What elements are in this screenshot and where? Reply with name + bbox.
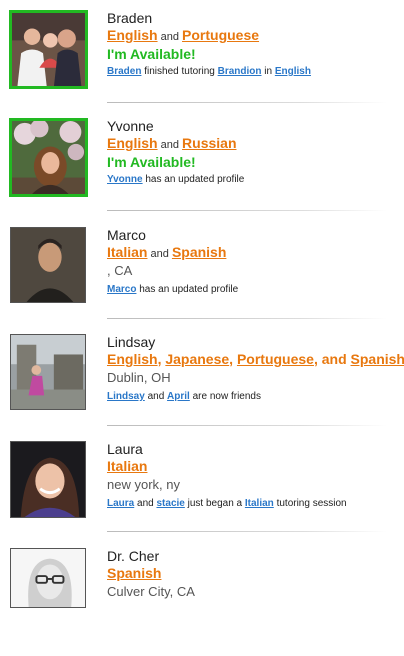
activity-feed-item: Braden finished tutoring Brandion in Eng…: [107, 65, 397, 79]
tutor-photo[interactable]: [10, 227, 86, 303]
language-link[interactable]: Italian: [107, 458, 147, 474]
tutor-entry-laura: Laura Italian new york, ny Laura and sta…: [0, 441, 404, 549]
activity-link[interactable]: Marco: [107, 284, 136, 295]
tutor-photo-image: [11, 228, 85, 302]
activity-text: has an updated profile: [136, 284, 239, 295]
activity-link[interactable]: stacie: [156, 498, 184, 509]
activity-feed-item: Laura and stacie just began a Italian tu…: [107, 497, 397, 511]
tutor-photo-image: [12, 13, 85, 86]
tutor-list: Braden English and Portuguese I'm Availa…: [0, 0, 404, 608]
activity-feed-item: Marco has an updated profile: [107, 283, 397, 297]
tutor-location: , CA: [107, 263, 133, 278]
language-link[interactable]: Spanish: [172, 244, 226, 260]
language-link[interactable]: Russian: [182, 135, 236, 151]
tutor-languages: Italian and Spanish: [107, 244, 397, 262]
tutor-entry-dr-cher: Dr. Cher Spanish Culver City, CA: [0, 548, 404, 656]
activity-link[interactable]: April: [167, 391, 190, 402]
activity-text: tutoring session: [273, 498, 347, 509]
tutor-languages: Spanish: [107, 565, 397, 583]
activity-text: in: [261, 66, 275, 77]
availability-status: I'm Available!: [107, 154, 196, 170]
tutor-photo-image: [11, 549, 85, 607]
tutor-photo[interactable]: [9, 10, 88, 89]
tutor-name[interactable]: Braden: [107, 10, 397, 27]
activity-link[interactable]: English: [275, 66, 311, 77]
activity-text: just began a: [184, 498, 245, 509]
tutor-info: Marco Italian and Spanish , CA Marco has…: [107, 227, 397, 297]
activity-text: and: [134, 498, 157, 509]
activity-text: and: [144, 391, 168, 402]
tutor-info: Dr. Cher Spanish Culver City, CA: [107, 548, 397, 602]
language-separator: and: [157, 31, 183, 43]
language-link[interactable]: Italian: [107, 244, 147, 260]
tutor-languages: English, Japanese, Portuguese, and Spani…: [107, 351, 404, 369]
language-separator: and: [157, 139, 183, 151]
tutor-name[interactable]: Laura: [107, 441, 397, 458]
tutor-location: Culver City, CA: [107, 584, 195, 599]
language-link[interactable]: English: [107, 351, 158, 367]
tutor-location: Dublin, OH: [107, 370, 171, 385]
tutor-name[interactable]: Lindsay: [107, 334, 397, 351]
tutor-photo-image: [12, 121, 85, 194]
tutor-photo[interactable]: [10, 441, 86, 518]
activity-link[interactable]: Brandion: [218, 66, 262, 77]
activity-link[interactable]: Braden: [107, 66, 141, 77]
language-separator: , and: [313, 351, 351, 367]
tutor-photo-image: [11, 442, 85, 517]
tutor-name[interactable]: Yvonne: [107, 118, 397, 135]
tutor-name[interactable]: Marco: [107, 227, 397, 244]
divider: [107, 102, 387, 103]
language-link[interactable]: English: [107, 27, 158, 43]
activity-text: has an updated profile: [142, 174, 245, 185]
tutor-info: Braden English and Portuguese I'm Availa…: [107, 10, 397, 79]
tutor-languages: English and Russian: [107, 135, 397, 153]
tutor-languages: Italian: [107, 458, 397, 476]
divider: [107, 210, 387, 211]
activity-link[interactable]: Yvonne: [107, 174, 143, 185]
tutor-info: Yvonne English and Russian I'm Available…: [107, 118, 397, 187]
tutor-location: new york, ny: [107, 477, 180, 492]
divider: [107, 425, 387, 426]
tutor-photo[interactable]: [9, 118, 88, 197]
language-separator: ,: [229, 351, 237, 367]
activity-link[interactable]: Lindsay: [107, 391, 145, 402]
tutor-photo[interactable]: [10, 548, 86, 608]
tutor-info: Laura Italian new york, ny Laura and sta…: [107, 441, 397, 511]
language-link[interactable]: Portuguese: [182, 27, 259, 43]
divider: [107, 318, 387, 319]
activity-link[interactable]: Italian: [245, 498, 274, 509]
activity-feed-item: Yvonne has an updated profile: [107, 173, 397, 187]
activity-text: are now friends: [189, 391, 261, 402]
language-link[interactable]: Spanish: [351, 351, 404, 367]
tutor-languages: English and Portuguese: [107, 27, 397, 45]
tutor-name[interactable]: Dr. Cher: [107, 548, 397, 565]
activity-feed-item: Lindsay and April are now friends: [107, 390, 397, 404]
language-link[interactable]: Spanish: [107, 565, 161, 581]
language-link[interactable]: Japanese: [165, 351, 229, 367]
language-link[interactable]: Portuguese: [237, 351, 314, 367]
tutor-info: Lindsay English, Japanese, Portuguese, a…: [107, 334, 404, 404]
activity-text: finished tutoring: [141, 66, 218, 77]
activity-link[interactable]: Laura: [107, 498, 134, 509]
language-separator: and: [147, 248, 172, 260]
tutor-photo-image: [11, 335, 85, 409]
tutor-photo[interactable]: [10, 334, 86, 410]
divider: [107, 531, 387, 532]
availability-status: I'm Available!: [107, 46, 196, 62]
language-link[interactable]: English: [107, 135, 158, 151]
